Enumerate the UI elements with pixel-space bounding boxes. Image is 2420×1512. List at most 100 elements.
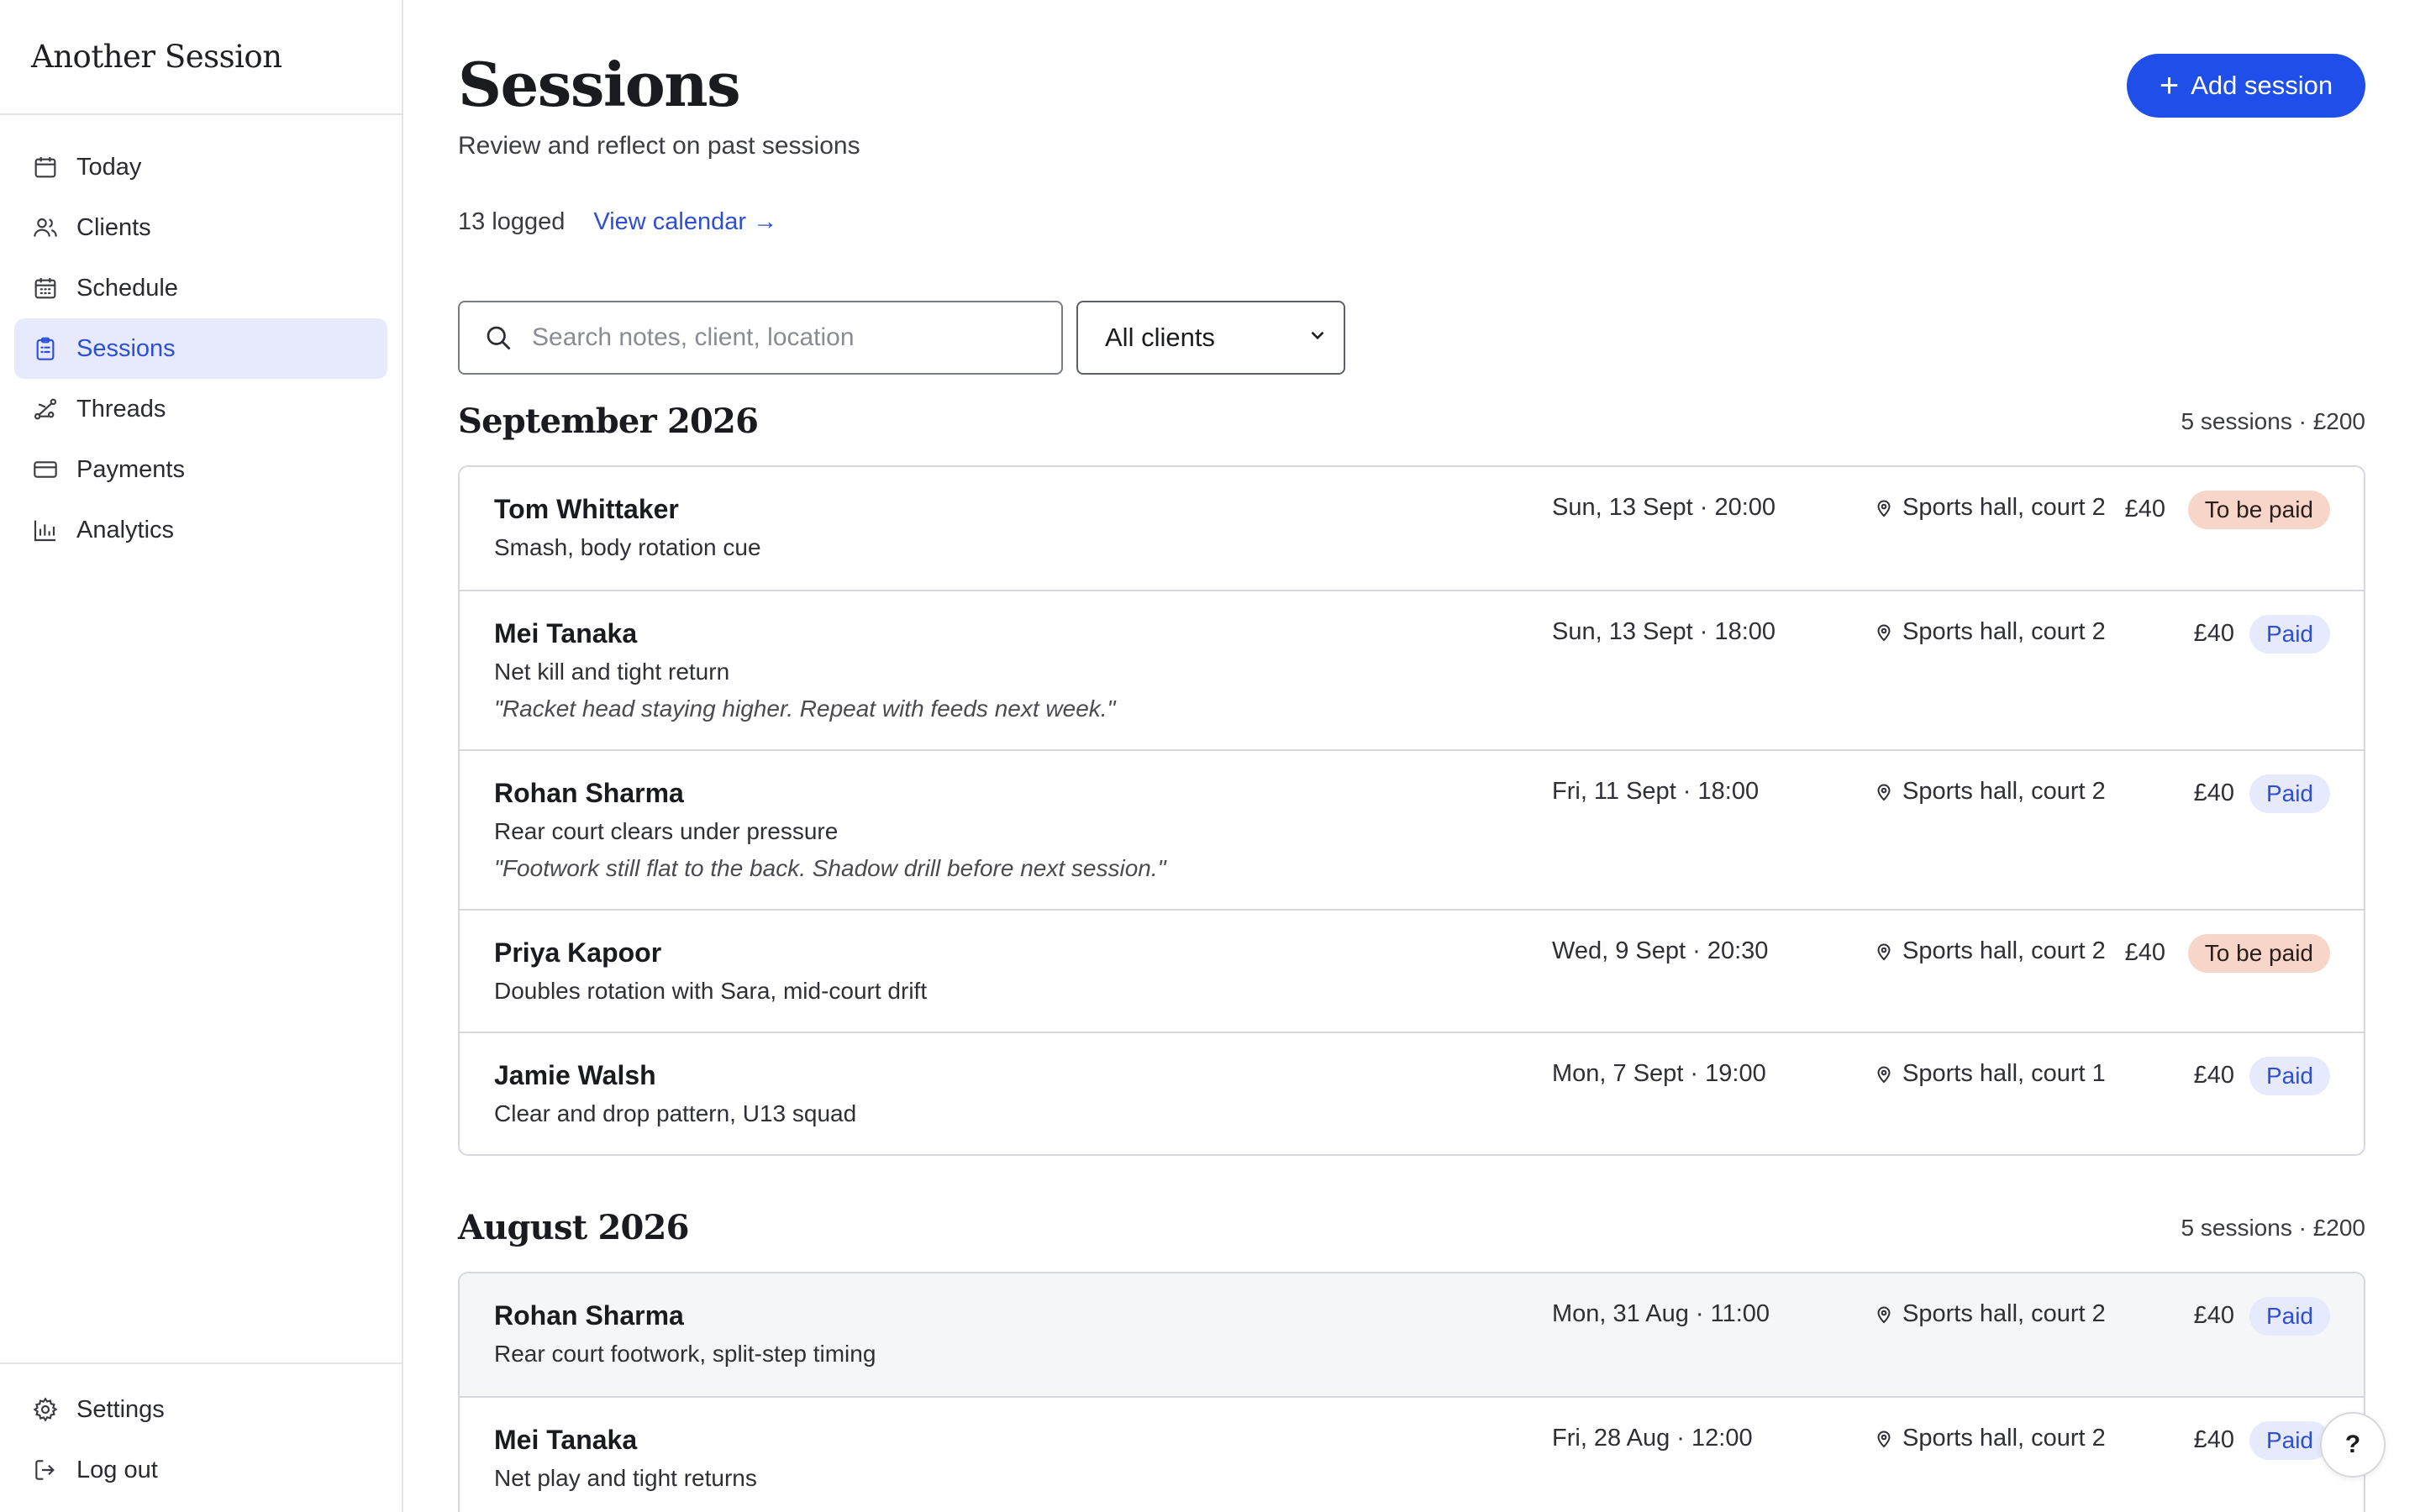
session-focus: Rear court footwork, split-step timing	[494, 1341, 876, 1367]
location-text: Sports hall, court 2	[1902, 937, 2106, 964]
session-row[interactable]: Mei Tanaka Net play and tight returns Fr…	[460, 1396, 2364, 1512]
location-pin-icon	[1877, 500, 1891, 517]
location-pin-icon	[1877, 1431, 1891, 1447]
session-amount: £40	[2193, 1426, 2234, 1453]
session-amount: £40	[2124, 496, 2165, 522]
sidebar-item-label: Settings	[76, 1395, 165, 1423]
location-pin-icon	[1877, 943, 1891, 960]
session-row[interactable]: Tom Whittaker Smash, body rotation cue S…	[460, 467, 2364, 590]
client-name: Mei Tanaka	[494, 1425, 638, 1455]
plus-icon: +	[2159, 67, 2180, 104]
session-location: Sports hall, court 2	[1874, 618, 2106, 646]
gear-icon	[31, 1395, 60, 1424]
location-text: Sports hall, court 2	[1902, 494, 2106, 521]
month-summary: 5 sessions · £200	[2181, 407, 2365, 434]
session-datetime: Sun, 13 Sept · 18:00	[1552, 618, 1776, 645]
meta-row: 13 logged View calendar →	[458, 208, 777, 236]
sidebar-item-sessions[interactable]: Sessions	[14, 318, 387, 379]
month-summary: 5 sessions · £200	[2181, 1214, 2365, 1241]
session-location: Sports hall, court 2	[1874, 1300, 2106, 1328]
session-datetime: Wed, 9 Sept · 20:30	[1552, 937, 1769, 964]
session-list: Rohan Sharma Rear court footwork, split-…	[458, 1272, 2365, 1512]
sidebar-item-threads[interactable]: Threads	[14, 379, 387, 439]
session-row[interactable]: Rohan Sharma Rear court footwork, split-…	[460, 1273, 2364, 1396]
sidebar: Another Session Today Clients Schedule S…	[0, 0, 403, 1512]
view-calendar-link[interactable]: View calendar →	[593, 208, 777, 236]
session-note: "Racket head staying higher. Repeat with…	[494, 696, 1116, 722]
client-name: Priya Kapoor	[494, 937, 662, 968]
sidebar-item-label: Today	[76, 153, 142, 181]
users-icon	[31, 213, 60, 242]
session-focus: Clear and drop pattern, U13 squad	[494, 1100, 857, 1126]
logged-count: 13 logged	[458, 208, 566, 235]
search-icon	[483, 323, 513, 353]
add-session-label: Add session	[2191, 71, 2333, 100]
sidebar-item-schedule[interactable]: Schedule	[14, 258, 387, 318]
sidebar-item-today[interactable]: Today	[14, 137, 387, 197]
client-filter-select[interactable]: All clients	[1076, 301, 1345, 375]
sidebar-item-payments[interactable]: Payments	[14, 439, 387, 500]
sidebar-nav: Today Clients Schedule Sessions Threads	[0, 115, 402, 560]
status-badge: To be paid	[2187, 491, 2330, 529]
status-badge: Paid	[2249, 1057, 2330, 1095]
session-amount: £40	[2193, 1302, 2234, 1329]
session-datetime: Fri, 28 Aug · 12:00	[1552, 1425, 1753, 1452]
session-focus: Net kill and tight return	[494, 659, 730, 685]
session-location: Sports hall, court 2	[1874, 937, 2106, 965]
location-text: Sports hall, court 1	[1902, 1060, 2106, 1087]
search-input[interactable]	[532, 323, 1036, 352]
help-button[interactable]: ?	[2320, 1412, 2386, 1478]
calendar-icon	[31, 153, 60, 181]
session-focus: Smash, body rotation cue	[494, 534, 761, 560]
session-row[interactable]: Mei Tanaka Net kill and tight return "Ra…	[460, 590, 2364, 749]
sidebar-item-settings[interactable]: Settings	[14, 1379, 387, 1440]
month-header: September 2026 5 sessions · £200	[458, 402, 2365, 441]
session-row[interactable]: Jamie Walsh Clear and drop pattern, U13 …	[460, 1032, 2364, 1154]
search-box[interactable]	[458, 301, 1063, 375]
session-amount: £40	[2193, 780, 2234, 806]
location-pin-icon	[1877, 624, 1891, 641]
sidebar-item-label: Threads	[76, 395, 166, 423]
status-badge: Paid	[2249, 615, 2330, 654]
client-name: Jamie Walsh	[494, 1060, 656, 1090]
session-location: Sports hall, court 1	[1874, 1060, 2106, 1088]
sidebar-item-label: Sessions	[76, 334, 176, 362]
client-name: Tom Whittaker	[494, 494, 679, 524]
sidebar-item-clients[interactable]: Clients	[14, 197, 387, 258]
location-pin-icon	[1877, 1066, 1891, 1083]
location-pin-icon	[1877, 784, 1891, 801]
add-session-button[interactable]: + Add session	[2127, 54, 2365, 118]
clipboard-icon	[31, 334, 60, 363]
session-amount: £40	[2193, 1062, 2234, 1089]
sidebar-item-logout[interactable]: Log out	[14, 1440, 387, 1500]
location-text: Sports hall, court 2	[1902, 1425, 2106, 1452]
bar-chart-icon	[31, 516, 60, 544]
session-note: "Footwork still flat to the back. Shadow…	[494, 855, 1166, 881]
sidebar-footer: Settings Log out	[0, 1362, 402, 1512]
month-title: August 2026	[458, 1208, 689, 1247]
session-datetime: Mon, 7 Sept · 19:00	[1552, 1060, 1766, 1087]
session-location: Sports hall, court 2	[1874, 494, 2106, 522]
client-name: Mei Tanaka	[494, 618, 638, 648]
session-focus: Rear court clears under pressure	[494, 818, 839, 844]
credit-card-icon	[31, 455, 60, 484]
page-subtitle: Review and reflect on past sessions	[458, 132, 860, 160]
sidebar-item-label: Schedule	[76, 274, 178, 302]
month-header: August 2026 5 sessions · £200	[458, 1208, 2365, 1247]
location-text: Sports hall, court 2	[1902, 778, 2106, 805]
brand-name[interactable]: Another Session	[31, 39, 282, 75]
status-badge: Paid	[2249, 1421, 2330, 1460]
page-title: Sessions	[458, 49, 741, 120]
sidebar-item-label: Payments	[76, 455, 185, 483]
session-location: Sports hall, court 2	[1874, 1425, 2106, 1452]
sidebar-item-label: Clients	[76, 213, 151, 241]
sidebar-item-label: Log out	[76, 1456, 158, 1483]
session-focus: Net play and tight returns	[494, 1465, 757, 1491]
session-amount: £40	[2193, 620, 2234, 647]
session-row[interactable]: Priya Kapoor Doubles rotation with Sara,…	[460, 909, 2364, 1032]
sidebar-item-analytics[interactable]: Analytics	[14, 500, 387, 560]
status-badge: To be paid	[2187, 934, 2330, 973]
threads-icon	[31, 395, 60, 423]
session-location: Sports hall, court 2	[1874, 778, 2106, 806]
session-row[interactable]: Rohan Sharma Rear court clears under pre…	[460, 749, 2364, 909]
